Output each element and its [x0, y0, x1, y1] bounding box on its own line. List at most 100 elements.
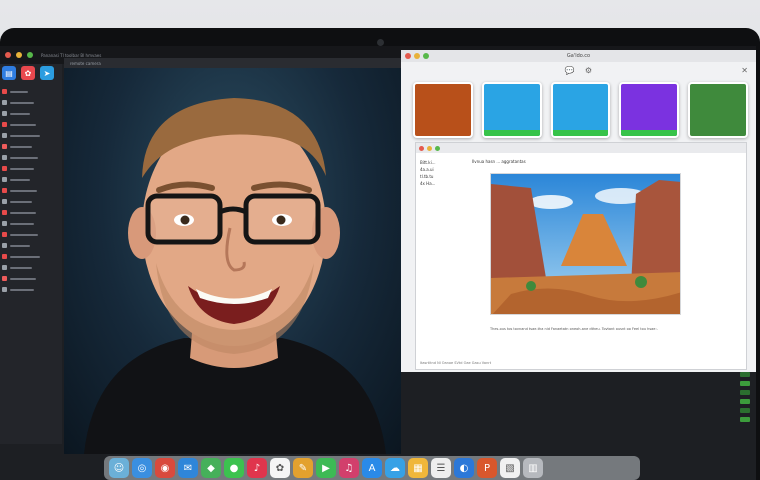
zoom-icon[interactable] — [423, 53, 429, 59]
sidebar-item-icon — [2, 265, 7, 270]
sidebar-item-icon — [2, 177, 7, 182]
sidebar-item-label — [10, 123, 36, 126]
sidebar-item-icon — [2, 155, 7, 160]
sidebar-item-icon — [2, 232, 7, 237]
close-icon[interactable] — [405, 53, 411, 59]
close-icon[interactable]: ✕ — [741, 66, 748, 75]
preview-icon[interactable]: ▧ — [500, 458, 520, 478]
chrome-icon[interactable]: ◉ — [155, 458, 175, 478]
sidebar-item[interactable] — [0, 97, 62, 108]
browser-sidebar-item[interactable]: tl.tb.tu — [420, 173, 436, 180]
sidebar-item[interactable] — [0, 284, 62, 295]
close-icon[interactable] — [5, 52, 11, 58]
browser-sidebar-item[interactable]: 4a.a.ui — [420, 166, 436, 173]
sidebar-item-icon — [2, 287, 7, 292]
zoom-icon[interactable] — [27, 52, 33, 58]
browser-sidebar-item[interactable]: Bitt.ki... — [420, 159, 436, 166]
finder-icon[interactable]: ▤ — [2, 66, 16, 80]
appstore-icon[interactable]: A — [362, 458, 382, 478]
sidebar-item[interactable] — [0, 185, 62, 196]
close-icon[interactable] — [419, 145, 424, 151]
sidebar-item-icon — [2, 188, 7, 193]
photos-icon[interactable]: ✿ — [21, 66, 35, 80]
sidebar-item-label — [10, 178, 30, 181]
dock: ☺ ◎ ◉ ✉ ◆ ● ♪ ✿ ✎ ▶ ♫ A ☁ ▦ ☰ ◐ P ▧ ▥ — [104, 456, 640, 480]
sidebar-item-label — [10, 277, 36, 280]
sidebar-item-icon — [2, 133, 7, 138]
browser-sidebar-item[interactable]: 4x Ha... — [420, 180, 436, 187]
thumb-strip — [621, 130, 678, 136]
video-panel: remote camera — [64, 58, 401, 454]
sidebar-item[interactable] — [0, 163, 62, 174]
sidebar-item[interactable] — [0, 218, 62, 229]
right-rail — [734, 372, 756, 442]
music-icon[interactable]: ♪ — [247, 458, 267, 478]
minimize-icon[interactable] — [427, 145, 432, 151]
powerpoint-icon[interactable]: P — [477, 458, 497, 478]
sidebar-item-icon — [2, 111, 7, 116]
sidebar-item[interactable] — [0, 108, 62, 119]
sidebar-item[interactable] — [0, 141, 62, 152]
sidebar-item[interactable] — [0, 251, 62, 262]
finder-icon[interactable]: ☺ — [109, 458, 129, 478]
maps-icon[interactable]: ◆ — [201, 458, 221, 478]
sidebar-item-icon — [2, 122, 7, 127]
sidebar-item[interactable] — [0, 207, 62, 218]
calendar-icon[interactable]: ▦ — [408, 458, 428, 478]
sidebar-item-label — [10, 255, 40, 258]
sidebar-item-label — [10, 101, 34, 104]
mail-icon[interactable]: ✉ — [178, 458, 198, 478]
sidebar-item-label — [10, 156, 38, 159]
weather-icon[interactable]: ☁ — [385, 458, 405, 478]
facetime-icon[interactable]: ▶ — [316, 458, 336, 478]
notes-icon[interactable]: ✎ — [293, 458, 313, 478]
sidebar-item-icon — [2, 144, 7, 149]
thumb-warrior[interactable] — [413, 82, 473, 138]
sidebar-item-icon — [2, 199, 7, 204]
browser-window[interactable]: Bitt.ki... 4a.a.ui tl.tb.tu 4x Ha... Ilvnua… — [415, 142, 747, 370]
canyon-artwork — [490, 173, 681, 315]
sidebar-item[interactable] — [0, 174, 62, 185]
sidebar-item-icon — [2, 254, 7, 259]
sidebar-item[interactable] — [0, 130, 62, 141]
sidebar-item-label — [10, 288, 34, 291]
photos-icon[interactable]: ✿ — [270, 458, 290, 478]
minimize-icon[interactable] — [414, 53, 420, 59]
sidebar-item[interactable] — [0, 262, 62, 273]
sidebar-item[interactable] — [0, 196, 62, 207]
sidebar-item[interactable] — [0, 240, 62, 251]
minimize-icon[interactable] — [16, 52, 22, 58]
thumb-character[interactable] — [688, 82, 748, 138]
sidebar-item[interactable] — [0, 229, 62, 240]
arrow-app-icon[interactable]: ➤ — [40, 66, 54, 80]
screen: Pananasi Tl toolbar Bl hmvaes ▤ ✿ ➤ remote… — [0, 46, 756, 480]
messages-icon[interactable]: ● — [224, 458, 244, 478]
sidebar-app-tiles: ▤ ✿ ➤ — [0, 64, 62, 80]
thumb-blue[interactable] — [481, 82, 542, 138]
zoom-icon[interactable] — [435, 145, 440, 151]
itunes-icon[interactable]: ♫ — [339, 458, 359, 478]
trash-icon[interactable]: ▥ — [523, 458, 543, 478]
sidebar-item[interactable] — [0, 119, 62, 130]
settings-icon[interactable]: ⚙ — [585, 66, 592, 75]
sidebar-item[interactable] — [0, 86, 62, 97]
sidebar-item[interactable] — [0, 273, 62, 284]
safari-icon[interactable]: ◎ — [132, 458, 152, 478]
sidebar-item-label — [10, 134, 40, 137]
sidebar-item[interactable] — [0, 152, 62, 163]
thumb-purple[interactable] — [619, 82, 680, 138]
browser-icon[interactable]: ◐ — [454, 458, 474, 478]
reminders-icon[interactable]: ☰ — [431, 458, 451, 478]
chat-icon[interactable]: 💬 — [565, 66, 575, 75]
sidebar-item-icon — [2, 243, 7, 248]
thumb-strip — [483, 130, 540, 136]
artwork-caption: Thes-ous tos tovnand tsae-tha nid Fanaet… — [490, 327, 658, 331]
app-window-titlebar[interactable]: Ga'ldo.co — [401, 50, 756, 62]
app-window[interactable]: Ga'ldo.co 💬 ⚙ ✕ Bitt.ki... 4a.a.ui tl.tb.t… — [401, 50, 756, 372]
browser-footer: Itasrtitnd Nl Oanoe SVtd Oae Gasu Vanrt — [420, 361, 492, 365]
thumb-blue-2[interactable] — [550, 82, 611, 138]
sidebar-item-label — [10, 266, 32, 269]
sidebar-item-label — [10, 211, 36, 214]
sidebar-item-label — [10, 200, 32, 203]
menu-text: Pananasi Tl toolbar Bl hmvaes — [41, 52, 102, 58]
